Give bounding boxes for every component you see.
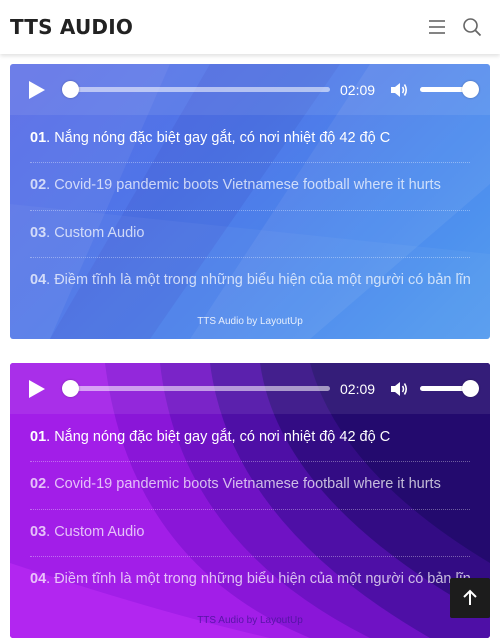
play-icon[interactable] — [28, 379, 46, 399]
time-display: 02:09 — [340, 82, 376, 98]
back-to-top-button[interactable] — [450, 578, 490, 618]
player-controls: 02:09 — [10, 64, 490, 115]
search-icon[interactable] — [461, 16, 483, 38]
track-item[interactable]: 02. Covid-19 pandemic boots Vietnamese f… — [30, 462, 470, 510]
seek-bar[interactable] — [66, 386, 330, 391]
track-item[interactable]: 01. Nắng nóng đặc biệt gay gắt, có nơi n… — [30, 116, 470, 164]
track-item[interactable]: 03. Custom Audio — [30, 211, 470, 258]
track-item[interactable]: 02. Covid-19 pandemic boots Vietnamese f… — [30, 163, 470, 211]
site-header: TTS AUDIO — [0, 0, 500, 54]
track-item[interactable]: 04. Điềm tĩnh là một trong những biểu hi… — [30, 258, 470, 305]
volume-handle[interactable] — [462, 380, 479, 397]
volume-icon[interactable] — [389, 379, 409, 399]
play-icon[interactable] — [28, 80, 46, 100]
track-list: 01. Nắng nóng đặc biệt gay gắt, có nơi n… — [30, 116, 470, 305]
audio-player-purple: 02:09 01. Nắng nóng đặc biệt gay gắt, có… — [10, 363, 490, 638]
hamburger-menu-icon[interactable] — [426, 16, 448, 38]
track-item[interactable]: 01. Nắng nóng đặc biệt gay gắt, có nơi n… — [30, 415, 470, 463]
track-item[interactable]: 03. Custom Audio — [30, 510, 470, 557]
volume-icon[interactable] — [389, 80, 409, 100]
time-display: 02:09 — [340, 381, 376, 397]
player-credit: TTS Audio by LayoutUp — [197, 316, 303, 327]
track-item[interactable]: 04. Điềm tĩnh là một trong những biểu hi… — [30, 557, 470, 604]
track-list: 01. Nắng nóng đặc biệt gay gắt, có nơi n… — [30, 415, 470, 604]
player-credit: TTS Audio by LayoutUp — [197, 615, 303, 626]
seek-bar[interactable] — [66, 87, 330, 92]
seek-handle[interactable] — [62, 81, 79, 98]
player-controls: 02:09 — [10, 363, 490, 414]
arrow-up-icon — [463, 589, 477, 605]
seek-handle[interactable] — [62, 380, 79, 397]
volume-handle[interactable] — [462, 81, 479, 98]
site-title[interactable]: TTS AUDIO — [10, 15, 133, 39]
audio-player-blue: 02:09 01. Nắng nóng đặc biệt gay gắt, có… — [10, 64, 490, 339]
